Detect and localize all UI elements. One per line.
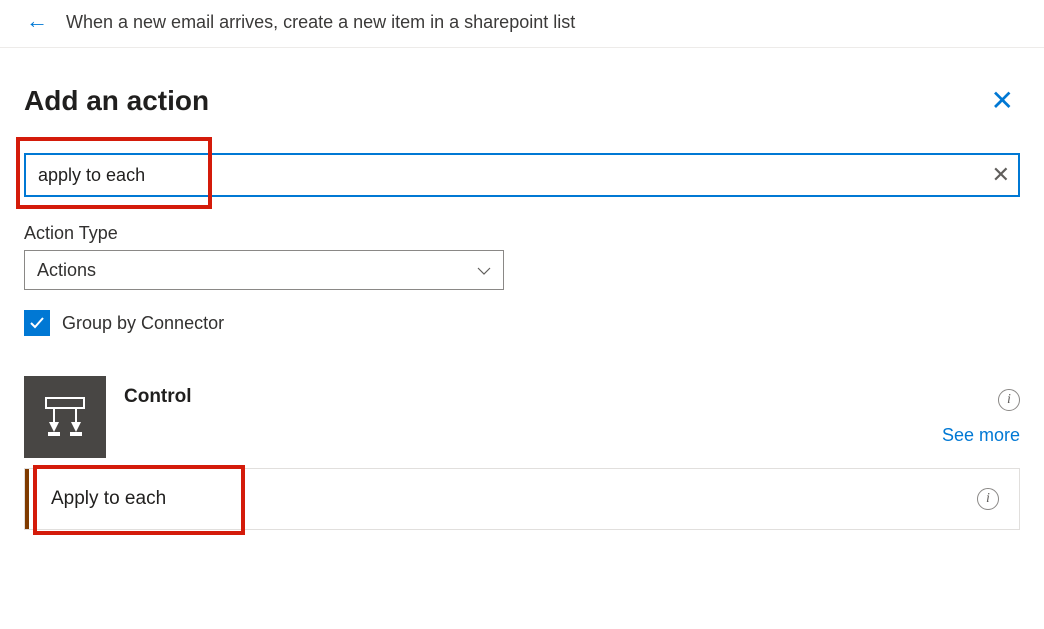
action-type-select[interactable]: Actions xyxy=(24,250,504,290)
info-icon[interactable]: i xyxy=(998,389,1020,411)
action-type-value: Actions xyxy=(37,260,96,281)
action-type-label: Action Type xyxy=(24,223,1020,244)
chevron-down-icon xyxy=(477,262,491,278)
panel-header: Add an action ✕ xyxy=(24,84,1020,117)
add-action-panel: Add an action ✕ ✕ Action Type Actions Gr… xyxy=(0,48,1044,530)
search-input[interactable] xyxy=(24,153,1020,197)
connector-right: i See more xyxy=(942,389,1020,446)
breadcrumb: ← When a new email arrives, create a new… xyxy=(0,0,1044,48)
search-wrapper: ✕ xyxy=(24,153,1020,197)
clear-search-icon[interactable]: ✕ xyxy=(992,162,1010,188)
group-by-checkbox[interactable] xyxy=(24,310,50,336)
back-arrow-icon[interactable]: ← xyxy=(26,10,48,32)
control-connector-icon xyxy=(24,376,106,458)
info-icon[interactable]: i xyxy=(977,488,999,510)
action-item-label: Apply to each xyxy=(51,488,166,510)
see-more-link[interactable]: See more xyxy=(942,425,1020,446)
group-by-label: Group by Connector xyxy=(62,313,224,334)
group-by-connector-row: Group by Connector xyxy=(24,310,1020,336)
close-icon[interactable]: ✕ xyxy=(991,84,1014,117)
breadcrumb-title: When a new email arrives, create a new i… xyxy=(66,12,575,33)
panel-title: Add an action xyxy=(24,85,209,117)
action-item-apply-to-each[interactable]: Apply to each i xyxy=(24,468,1020,530)
connector-name: Control xyxy=(124,386,192,408)
action-accent-bar xyxy=(25,469,29,529)
connector-header-row: Control i See more xyxy=(24,376,1020,458)
connector-left: Control xyxy=(24,376,192,458)
